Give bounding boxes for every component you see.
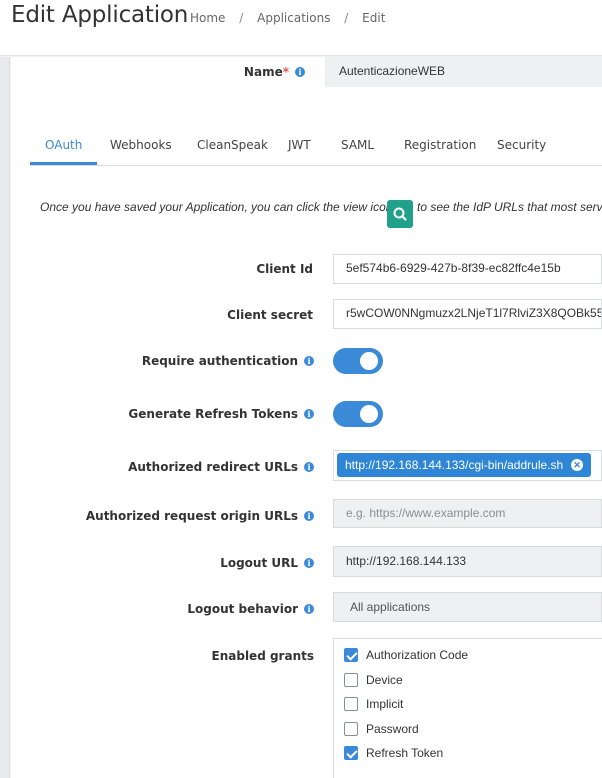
logout-behavior-label: Logout behavior i: [120, 602, 314, 616]
info-icon[interactable]: i: [295, 67, 305, 77]
redirect-url-chip: http://192.168.144.133/cgi-bin/addrule.s…: [337, 453, 591, 477]
refresh-tokens-toggle[interactable]: [333, 401, 383, 427]
tab-saml[interactable]: SAML: [341, 127, 374, 165]
redirect-urls-label: Authorized redirect URLs i: [100, 460, 314, 474]
origin-urls-input[interactable]: e.g. https://www.example.com: [333, 499, 602, 528]
breadcrumb-separator: /: [344, 11, 349, 25]
tab-bar: OAuth Webhooks CleanSpeak JWT SAML Regis…: [30, 127, 602, 166]
tab-jwt[interactable]: JWT: [288, 127, 311, 165]
toggle-knob: [360, 352, 378, 370]
tab-oauth[interactable]: OAuth: [30, 127, 98, 165]
info-icon[interactable]: i: [304, 558, 314, 568]
remove-chip-icon[interactable]: ✕: [571, 459, 583, 471]
checkbox-password[interactable]: [344, 722, 358, 736]
enabled-grants-label: Enabled grants: [211, 649, 314, 663]
breadcrumb-edit: Edit: [362, 11, 386, 25]
breadcrumb-separator: /: [239, 11, 244, 25]
require-auth-toggle[interactable]: [333, 348, 383, 374]
origin-urls-label: Authorized request origin URLs i: [80, 509, 314, 523]
checkbox-device[interactable]: [344, 673, 358, 687]
page-title: Edit Application: [11, 2, 189, 28]
client-id-label: Client Id: [256, 262, 313, 276]
name-input[interactable]: AutenticazioneWEB: [325, 57, 602, 87]
info-icon[interactable]: i: [304, 462, 314, 472]
toggle-knob: [360, 405, 378, 423]
tab-cleanspeak[interactable]: CleanSpeak: [197, 127, 268, 165]
search-icon: [393, 207, 407, 221]
info-icon[interactable]: i: [304, 409, 314, 419]
breadcrumb-applications[interactable]: Applications: [257, 11, 330, 25]
top-header: Edit Application Home / Applications / E…: [0, 0, 602, 56]
sidebar-edge: [0, 57, 10, 778]
client-id-field[interactable]: 5ef574b6-6929-427b-8f39-ec82ffc4e15b: [333, 254, 602, 284]
checkbox-refresh-token[interactable]: [344, 746, 358, 760]
logout-url-label: Logout URL i: [120, 556, 314, 570]
client-secret-label: Client secret: [227, 308, 313, 322]
tab-security[interactable]: Security: [497, 127, 546, 165]
required-mark: *: [282, 65, 289, 79]
checkbox-implicit[interactable]: [344, 697, 358, 711]
breadcrumb-home[interactable]: Home: [190, 11, 225, 25]
origin-urls-placeholder: e.g. https://www.example.com: [346, 506, 506, 520]
view-button[interactable]: [387, 200, 413, 228]
logout-behavior-select[interactable]: All applications: [333, 592, 602, 622]
require-auth-label: Require authentication i: [120, 354, 314, 368]
client-secret-field[interactable]: r5wCOW0NNgmuzx2LNjeT1l7RlviZ3X8QOBk55: [333, 299, 602, 329]
hint-text-before: Once you have saved your Application, yo…: [40, 200, 393, 214]
logout-url-field[interactable]: http://192.168.144.133: [333, 546, 602, 577]
refresh-tokens-label: Generate Refresh Tokens i: [120, 407, 314, 421]
hint-text-after: to see the IdP URLs that most services: [417, 200, 602, 214]
info-icon[interactable]: i: [304, 604, 314, 614]
info-icon[interactable]: i: [304, 356, 314, 366]
name-label: Name* i: [200, 65, 305, 79]
tab-webhooks[interactable]: Webhooks: [110, 127, 172, 165]
checkbox-authorization-code[interactable]: [344, 648, 358, 662]
tab-registration[interactable]: Registration: [404, 127, 476, 165]
info-icon[interactable]: i: [304, 511, 314, 521]
breadcrumb: Home / Applications / Edit: [190, 11, 385, 25]
